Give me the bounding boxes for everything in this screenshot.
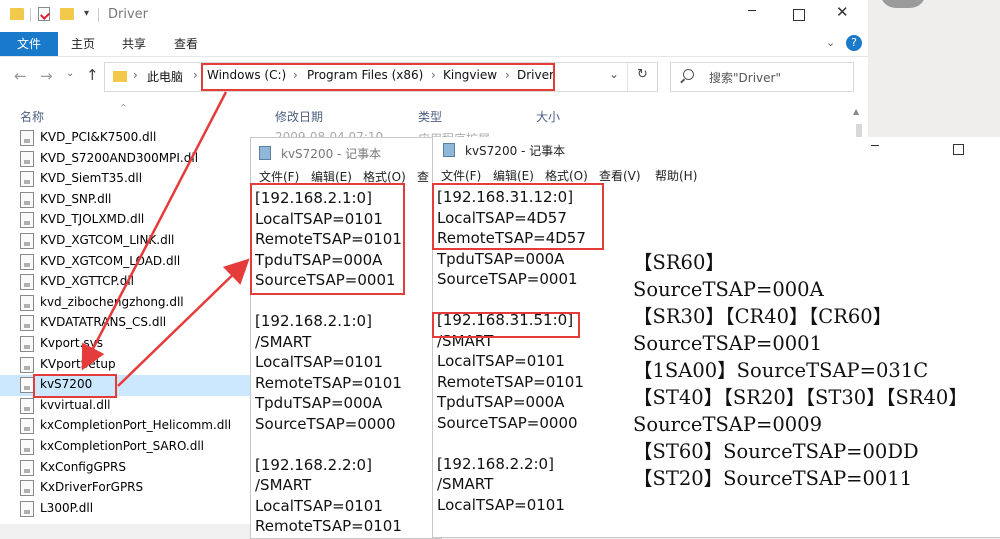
- annotation-arrows: [81, 91, 250, 387]
- arrow-file-to-notepad: [117, 258, 250, 387]
- arrow-path-to-file: [81, 91, 228, 371]
